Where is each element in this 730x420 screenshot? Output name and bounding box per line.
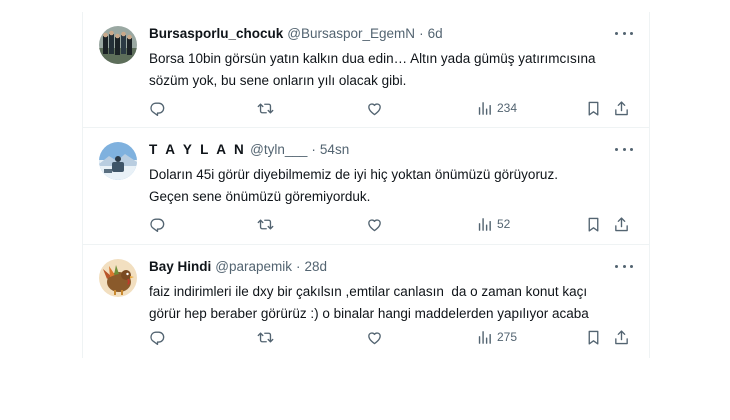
more-icon[interactable] [615,142,633,156]
bookmark-icon [588,330,599,345]
like-icon [368,102,381,115]
share-icon [615,329,628,344]
user-handle[interactable]: @tyln___ [250,142,307,157]
like-icon [368,218,381,231]
more-icon[interactable] [615,259,633,273]
tweet-text: Borsa 10bin görsün yatın kalkın dua edin… [149,48,629,92]
view-count: 52 [497,217,511,231]
tweet-text-line: sözüm yok, bu sene onların yılı olacak g… [149,73,407,88]
views-icon [478,101,491,115]
like-button[interactable] [366,216,383,233]
tweet-feed: Bursasporlu_chocuk @Bursaspor_EgemN · 6d… [82,12,650,358]
bookmark-button[interactable] [585,100,602,117]
tweet-actions: 234 [149,98,633,118]
tweet-header: T A Y L A N @tyln___ · 54sn [149,140,349,158]
views-button[interactable]: 234 [476,100,517,117]
display-name[interactable]: Bursasporlu_chocuk [149,26,283,41]
separator-dot: · [419,25,424,41]
more-icon[interactable] [615,26,633,40]
reply-button[interactable] [149,329,166,346]
bookmark-icon [588,101,599,116]
user-handle[interactable]: @parapemik [215,259,292,274]
share-button[interactable] [613,216,630,233]
tweet-text-line: Borsa 10bin görsün yatın kalkın dua edin… [149,51,596,66]
tweet-text-line: Geçen sene önümüzü göremiyorduk. [149,189,371,204]
reply-button[interactable] [149,100,166,117]
share-button[interactable] [613,329,630,346]
display-name[interactable]: Bay Hindi [149,259,211,274]
display-name[interactable]: T A Y L A N [149,142,246,157]
retweet-icon [257,332,274,342]
share-icon [615,100,628,115]
bookmark-button[interactable] [585,329,602,346]
user-handle[interactable]: @Bursaspor_EgemN [287,26,415,41]
like-button[interactable] [366,329,383,346]
tweet[interactable]: Bursasporlu_chocuk @Bursaspor_EgemN · 6d… [83,12,649,128]
views-button[interactable]: 275 [476,329,517,346]
view-count: 275 [497,330,518,344]
tweet-text: faiz indirimleri ile dxy bir çakılsın ,e… [149,281,629,325]
retweet-icon [257,103,274,113]
tweet-actions: 275 [149,327,633,347]
avatar[interactable] [99,26,137,64]
tweet-text-line: faiz indirimleri ile dxy bir çakılsın ,e… [149,284,588,299]
tweet[interactable]: T A Y L A N @tyln___ · 54sn Doların 45i … [83,128,649,245]
share-icon [615,216,628,231]
tweet-actions: 52 [149,214,633,234]
tweet[interactable]: Bay Hindi @parapemik · 28d faiz indiriml… [83,245,649,358]
avatar[interactable] [99,259,137,297]
timestamp[interactable]: 28d [305,259,328,274]
views-button[interactable]: 52 [476,216,510,233]
bookmark-button[interactable] [585,216,602,233]
reply-icon [150,331,165,345]
reply-icon [150,102,165,116]
like-button[interactable] [366,100,383,117]
views-icon [478,330,491,344]
share-button[interactable] [613,100,630,117]
views-icon [478,217,491,231]
avatar[interactable] [99,142,137,180]
tweet-header: Bay Hindi @parapemik · 28d [149,257,327,275]
avatar-image [99,26,137,64]
retweet-button[interactable] [257,216,274,233]
tweet-header: Bursasporlu_chocuk @Bursaspor_EgemN · 6d [149,24,443,42]
timestamp[interactable]: 54sn [320,142,349,157]
tweet-text: Doların 45i görür diyebilmemiz de iyi hi… [149,164,629,208]
retweet-button[interactable] [257,329,274,346]
like-icon [368,331,381,344]
separator-dot: · [311,141,316,157]
bookmark-icon [588,217,599,232]
reply-icon [150,218,165,232]
retweet-button[interactable] [257,100,274,117]
reply-button[interactable] [149,216,166,233]
view-count: 234 [497,101,518,115]
tweet-text-line: Doların 45i görür diyebilmemiz de iyi hi… [149,167,558,182]
timestamp[interactable]: 6d [428,26,443,41]
separator-dot: · [296,258,301,274]
avatar-image [99,259,137,297]
tweet-text-line: görür hep beraber görürüz :) o binalar h… [149,306,589,321]
avatar-image [99,142,137,180]
retweet-icon [257,219,274,229]
